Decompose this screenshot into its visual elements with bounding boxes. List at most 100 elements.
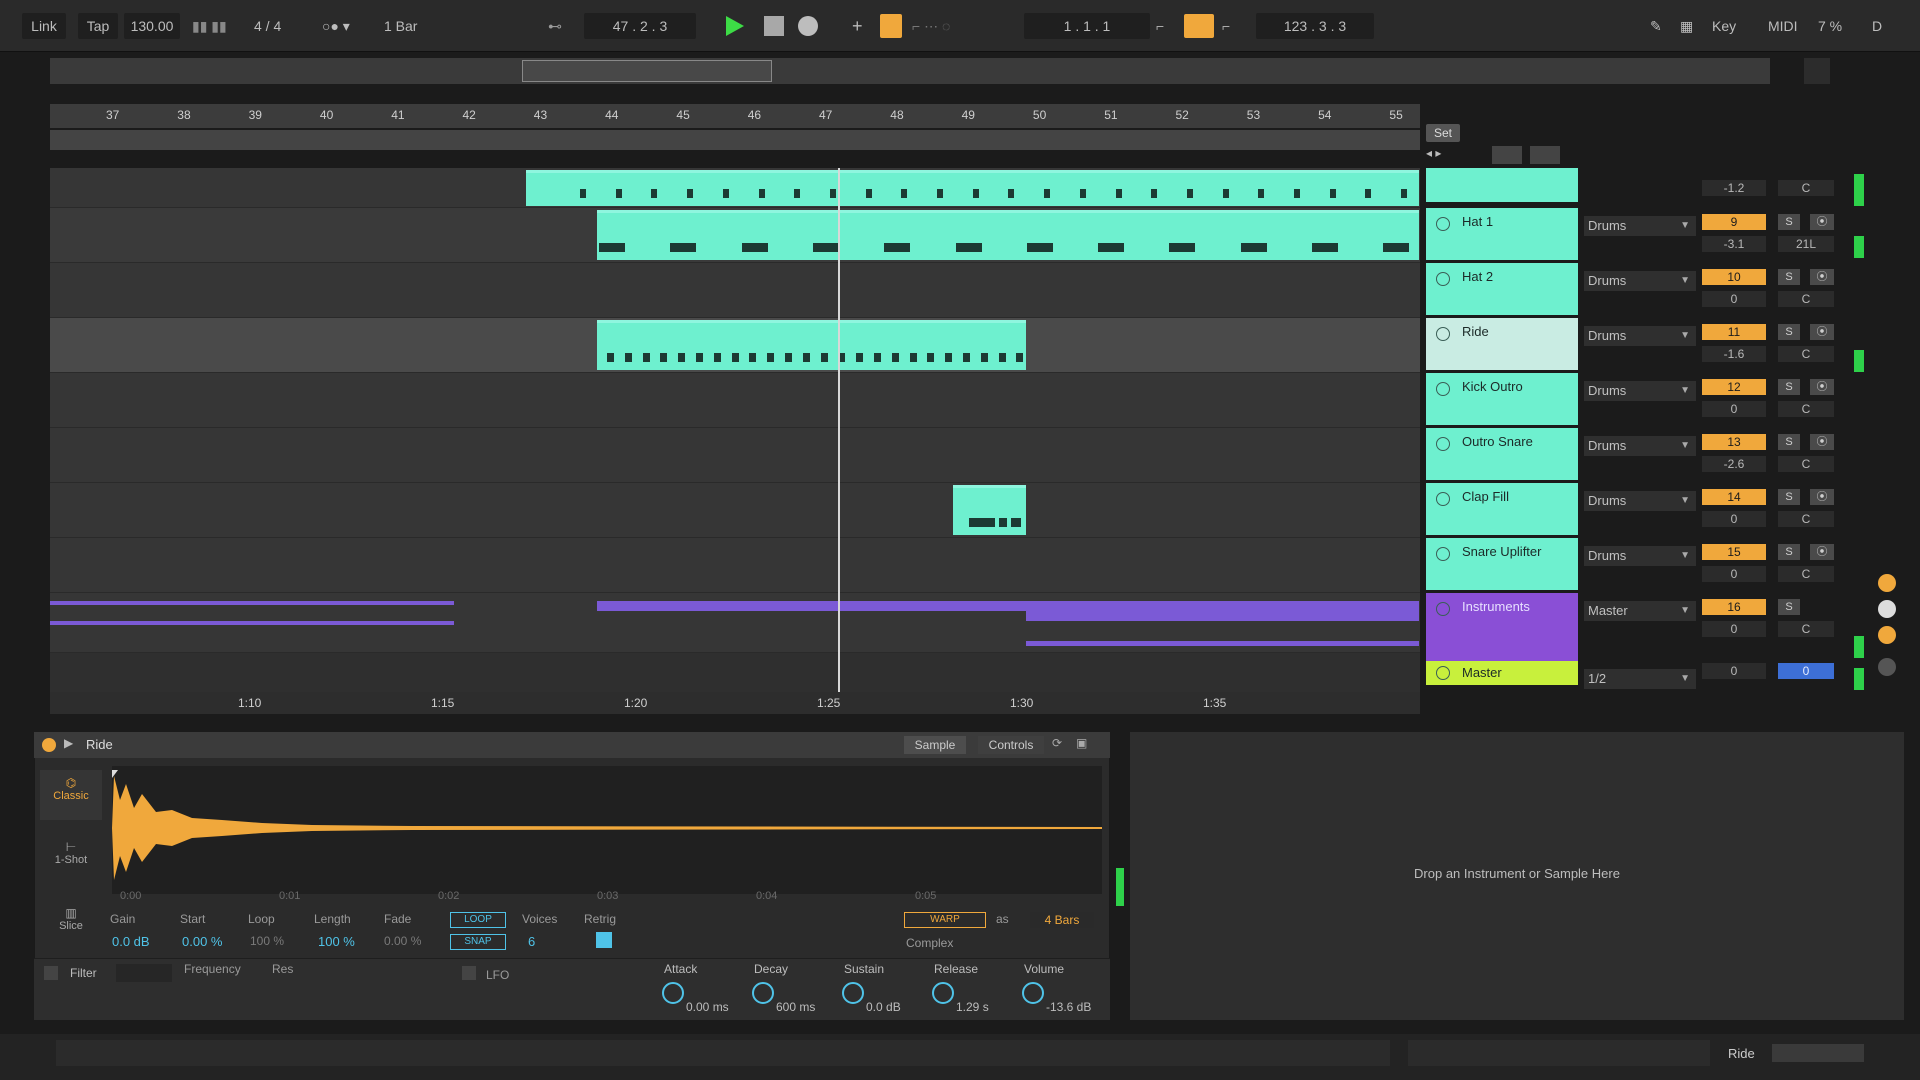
gain-value[interactable]: 0.0 dB xyxy=(112,934,150,949)
output-routing-select[interactable]: Drums ▼ xyxy=(1584,491,1696,511)
arrangement-tracks[interactable] xyxy=(50,168,1420,696)
track-header[interactable]: Clap Fill xyxy=(1426,483,1578,535)
env-value[interactable]: 0.00 ms xyxy=(686,1000,729,1014)
snap-button[interactable]: SNAP xyxy=(450,934,506,950)
track-volume[interactable]: -3.1 xyxy=(1702,236,1766,252)
track-pan[interactable]: C xyxy=(1778,346,1834,362)
track-header[interactable]: Master xyxy=(1426,661,1578,685)
output-routing-select[interactable]: Drums ▼ xyxy=(1584,326,1696,346)
follow-icon[interactable]: ⊷ xyxy=(548,13,568,39)
track-header[interactable]: Kick Outro xyxy=(1426,373,1578,425)
quantize-select[interactable]: 1 Bar xyxy=(384,13,444,39)
arm-button[interactable]: ⦿ xyxy=(1810,269,1834,285)
loop-value[interactable]: 100 % xyxy=(250,934,284,948)
track-header[interactable]: Hat 2 xyxy=(1426,263,1578,315)
track-pan[interactable]: C xyxy=(1778,566,1834,582)
output-routing-select[interactable]: Master ▼ xyxy=(1584,601,1696,621)
arm-button[interactable]: ⦿ xyxy=(1810,379,1834,395)
track-pan[interactable]: C xyxy=(1778,456,1834,472)
settings-icon[interactable] xyxy=(1878,658,1896,676)
fold-track-icon[interactable] xyxy=(1436,327,1450,341)
env-value[interactable]: 0.0 dB xyxy=(866,1000,901,1014)
nudge-icon[interactable]: ▮▮ ▮▮ xyxy=(192,13,232,39)
env-value[interactable]: 1.29 s xyxy=(956,1000,989,1014)
nav-arrows-icon[interactable]: ◂ ▸ xyxy=(1426,146,1476,164)
device-on-icon[interactable] xyxy=(42,738,56,752)
track-header[interactable]: Hat 1 xyxy=(1426,208,1578,260)
expand-icon[interactable]: ▶ xyxy=(64,736,73,750)
fold-track-icon[interactable] xyxy=(1436,602,1450,616)
solo-button[interactable]: S xyxy=(1778,269,1800,285)
overview-viewport[interactable] xyxy=(522,60,772,82)
fold-track-icon[interactable] xyxy=(1436,437,1450,451)
midi-clip[interactable] xyxy=(526,170,1419,206)
arm-button[interactable]: ⦿ xyxy=(1810,434,1834,450)
fold-track-icon[interactable] xyxy=(1436,547,1450,561)
track-volume[interactable]: 0 xyxy=(1702,663,1766,679)
track-lane[interactable] xyxy=(50,538,1420,593)
track-activator[interactable]: 10 xyxy=(1702,269,1766,285)
track-lane[interactable] xyxy=(50,483,1420,538)
automation-icon[interactable] xyxy=(1878,574,1896,592)
time-signature[interactable]: 4 / 4 xyxy=(254,13,306,39)
track-header[interactable]: Snare Uplifter xyxy=(1426,538,1578,590)
track-volume[interactable]: 0 xyxy=(1702,511,1766,527)
track-pan[interactable]: C xyxy=(1778,291,1834,307)
tab-sample[interactable]: Sample xyxy=(904,736,966,754)
track-pan[interactable]: C xyxy=(1778,401,1834,417)
track-header[interactable]: Instruments xyxy=(1426,593,1578,661)
track-activator[interactable]: 14 xyxy=(1702,489,1766,505)
track-lane[interactable] xyxy=(50,168,1420,208)
solo-button[interactable]: S xyxy=(1778,434,1800,450)
track-lane[interactable] xyxy=(50,318,1420,373)
track-activator[interactable]: 11 xyxy=(1702,324,1766,340)
solo-button[interactable]: S xyxy=(1778,379,1800,395)
fold-icon[interactable] xyxy=(1878,626,1896,644)
track-activator[interactable]: 15 xyxy=(1702,544,1766,560)
instrument-drop-area[interactable]: Drop an Instrument or Sample Here xyxy=(1130,732,1904,1020)
loop-switch-icon[interactable] xyxy=(1184,14,1214,38)
env-knob[interactable] xyxy=(662,982,684,1004)
env-value[interactable]: 600 ms xyxy=(776,1000,815,1014)
output-routing-select[interactable]: Drums ▼ xyxy=(1584,271,1696,291)
warp-bars-field[interactable]: 4 Bars xyxy=(1030,912,1094,928)
add-icon[interactable]: + xyxy=(852,13,870,39)
arm-button[interactable]: ⦿ xyxy=(1810,544,1834,560)
sample-waveform[interactable]: 0:00 0:01 0:02 0:03 0:04 0:05 xyxy=(112,766,1102,902)
track-volume[interactable]: 0 xyxy=(1702,291,1766,307)
punch-in-icon[interactable]: ⌐ xyxy=(1156,13,1176,39)
track-lane[interactable] xyxy=(50,428,1420,483)
mixer-view-icon[interactable] xyxy=(1878,600,1896,618)
midi-map-button[interactable]: MIDI xyxy=(1768,13,1808,39)
track-pan[interactable]: 21L xyxy=(1778,236,1834,252)
solo-button[interactable]: S xyxy=(1778,214,1800,230)
tempo-field[interactable]: 130.00 xyxy=(124,13,180,39)
automation-arm-icon[interactable] xyxy=(880,14,902,38)
track-pan[interactable]: 0 xyxy=(1778,663,1834,679)
track-volume[interactable]: -1.2 xyxy=(1702,180,1766,196)
lock-icon[interactable] xyxy=(1530,146,1560,164)
stop-button[interactable] xyxy=(764,16,784,36)
track-volume[interactable]: 0 xyxy=(1702,566,1766,582)
track-pan[interactable]: C xyxy=(1778,180,1834,196)
play-button[interactable] xyxy=(726,16,744,36)
env-knob[interactable] xyxy=(932,982,954,1004)
fade-value[interactable]: 0.00 % xyxy=(384,934,421,948)
loop-length[interactable]: 123 . 3 . 3 xyxy=(1256,13,1374,39)
mode-slice[interactable]: ▥ Slice xyxy=(40,900,102,950)
env-knob[interactable] xyxy=(842,982,864,1004)
midi-clip[interactable] xyxy=(953,485,1026,535)
hot-swap-icon[interactable]: ⟳ xyxy=(1052,736,1070,754)
solo-button[interactable]: S xyxy=(1778,544,1800,560)
fold-track-icon[interactable] xyxy=(1436,272,1450,286)
track-pan[interactable]: C xyxy=(1778,511,1834,527)
arrangement-overview[interactable] xyxy=(50,58,1770,84)
track-header[interactable]: Ride xyxy=(1426,318,1578,370)
solo-button[interactable]: S xyxy=(1778,324,1800,340)
browser-toggle-icon[interactable] xyxy=(1804,58,1830,84)
output-routing-select[interactable]: Drums ▼ xyxy=(1584,381,1696,401)
track-pan[interactable]: C xyxy=(1778,621,1834,637)
track-lane[interactable] xyxy=(50,373,1420,428)
solo-button[interactable]: S xyxy=(1778,489,1800,505)
output-routing-select[interactable]: 1/2 ▼ xyxy=(1584,669,1696,689)
